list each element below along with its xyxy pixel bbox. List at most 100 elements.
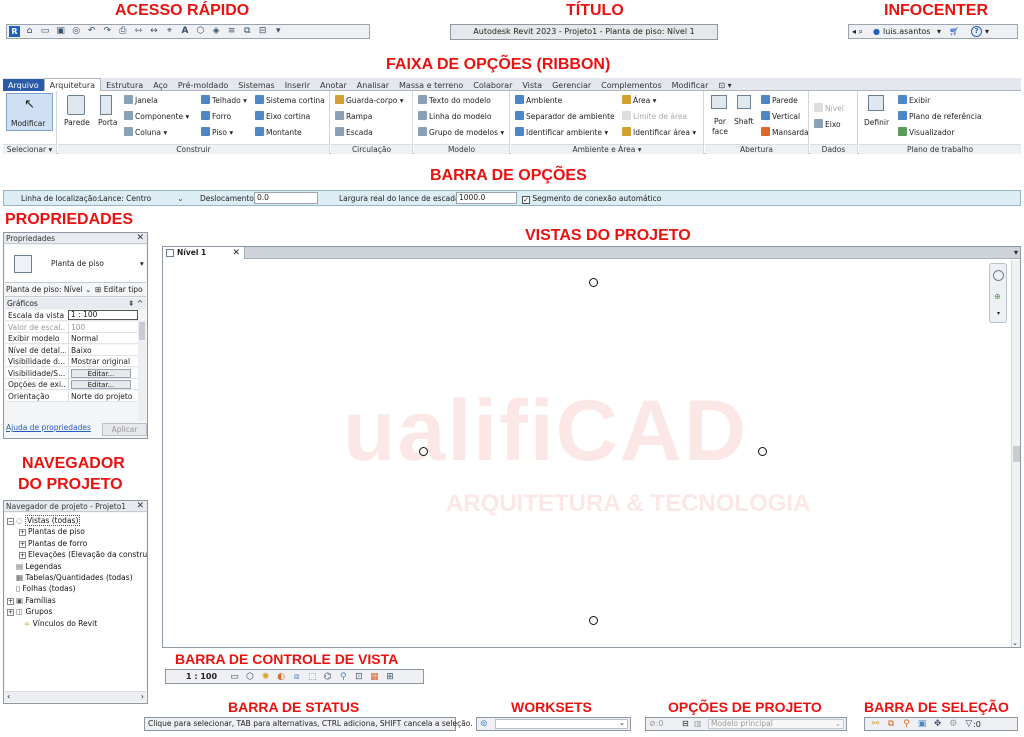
- background-process-icon[interactable]: ⚙: [948, 719, 959, 730]
- expand-icon[interactable]: +: [7, 609, 14, 617]
- model-line-button[interactable]: Linha do modelo: [418, 111, 491, 122]
- model-group-button[interactable]: Grupo de modelos ▾: [418, 127, 504, 138]
- detail-level-icon[interactable]: ▭: [229, 672, 240, 683]
- properties-help-link[interactable]: Ajuda de propriedades: [6, 423, 91, 433]
- search-icon[interactable]: ◂ ⌕: [852, 25, 863, 38]
- sync-icon[interactable]: ◎: [71, 26, 82, 37]
- grid-button[interactable]: Eixo: [814, 119, 841, 130]
- model-text-button[interactable]: Texto do modelo: [418, 95, 491, 106]
- edit-button[interactable]: Editar...: [71, 380, 131, 389]
- ref-plane-button[interactable]: Plano de referência: [898, 111, 982, 122]
- tree-item[interactable]: + ◫ Grupos: [7, 606, 52, 617]
- analytical-model-icon[interactable]: ⊞: [384, 672, 395, 683]
- property-row[interactable]: Nível de detal... Baixo: [6, 344, 139, 356]
- drag-elements-icon[interactable]: ✥: [932, 719, 943, 730]
- nav-options-icon[interactable]: ▾: [997, 310, 1000, 317]
- show-crop-icon[interactable]: ⬚: [307, 672, 318, 683]
- measure-icon[interactable]: ⇿: [133, 26, 144, 37]
- property-row[interactable]: Valor de escal... 100: [6, 321, 139, 333]
- edit-button[interactable]: Editar...: [71, 368, 131, 378]
- drawing-area[interactable]: Nível 1 ✕ ▾ ualifiCAD ARQUITETURA & TECN…: [162, 246, 1021, 648]
- text-icon[interactable]: A: [179, 26, 190, 37]
- set-work-plane-button[interactable]: Definir: [864, 118, 889, 128]
- collapse-icon[interactable]: −: [7, 518, 14, 525]
- expand-icon[interactable]: +: [7, 597, 14, 605]
- property-row[interactable]: Orientação Norte do projeto: [6, 390, 139, 402]
- property-value[interactable]: Norte do projeto: [68, 390, 138, 402]
- visual-style-icon[interactable]: ⬡: [245, 672, 256, 683]
- exclude-options-icon[interactable]: ▥: [694, 719, 702, 728]
- stair-button[interactable]: Escada: [335, 127, 373, 138]
- window-button[interactable]: Janela: [124, 95, 158, 106]
- apply-button[interactable]: Aplicar: [102, 423, 147, 436]
- properties-scrollbar[interactable]: [138, 320, 146, 421]
- tree-item[interactable]: ▤ Legendas: [7, 561, 62, 572]
- wall-button[interactable]: Parede: [64, 118, 90, 128]
- property-row[interactable]: Visibilidade d... Mostrar original: [6, 356, 139, 367]
- close-icon[interactable]: ✕: [232, 247, 240, 259]
- wall-opening-button[interactable]: Parede: [761, 95, 798, 106]
- scrollbar-thumb[interactable]: [139, 322, 145, 340]
- railing-button[interactable]: Guarda-corpo ▾: [335, 95, 403, 106]
- crop-view-icon[interactable]: ⧈: [291, 672, 302, 683]
- steering-wheel-icon[interactable]: [993, 270, 1004, 281]
- property-row[interactable]: Exibir modelo Normal: [6, 333, 139, 344]
- select-underlay-icon[interactable]: ⧉: [886, 719, 897, 730]
- elevation-marker-south[interactable]: [589, 616, 598, 625]
- help-icon[interactable]: ?: [971, 26, 982, 37]
- expand-icon[interactable]: +: [19, 552, 26, 560]
- tag-room-button[interactable]: Identificar ambiente ▾: [515, 127, 608, 138]
- cart-icon[interactable]: 🛒︎: [949, 25, 959, 38]
- ramp-button[interactable]: Rampa: [335, 111, 372, 122]
- elevation-marker-north[interactable]: [589, 278, 598, 287]
- panel-room-area-title[interactable]: Ambiente e Área ▾: [511, 144, 703, 154]
- close-icon[interactable]: ✕: [136, 233, 144, 244]
- dimension-icon[interactable]: ↔: [148, 26, 159, 37]
- view-scale-button[interactable]: 1 : 100: [186, 671, 217, 683]
- section-icon[interactable]: ◈: [211, 26, 222, 37]
- tag-icon[interactable]: ⌖: [164, 26, 175, 37]
- sun-path-icon[interactable]: ✺: [260, 672, 271, 683]
- component-button[interactable]: Componente ▾: [124, 111, 189, 122]
- column-button[interactable]: Coluna ▾: [124, 127, 167, 138]
- edit-type-button[interactable]: ⊞ Editar tipo: [95, 285, 143, 295]
- show-work-plane-button[interactable]: Exibir: [898, 95, 930, 106]
- by-face-button-line2[interactable]: face: [712, 127, 728, 137]
- tag-area-button[interactable]: Identificar área ▾: [622, 127, 696, 138]
- browser-hscrollbar[interactable]: ‹ ›: [5, 691, 146, 702]
- room-separator-button[interactable]: Separador de ambiente: [515, 111, 615, 122]
- area-button[interactable]: Área ▾: [622, 95, 656, 106]
- modify-button[interactable]: ↖ Modificar: [6, 93, 53, 131]
- property-row[interactable]: Visibilidade/S... Editar...: [6, 367, 139, 379]
- elevation-marker-east[interactable]: [758, 447, 767, 456]
- thin-lines-icon[interactable]: ≡: [226, 26, 237, 37]
- view-tab-level-1[interactable]: Nível 1 ✕: [163, 247, 245, 259]
- tab-list-icon[interactable]: ▾: [1014, 247, 1018, 259]
- shadows-icon[interactable]: ◐: [276, 672, 287, 683]
- vertical-opening-button[interactable]: Vertical: [761, 111, 800, 122]
- property-edit-button[interactable]: Editar...: [68, 367, 138, 379]
- tree-item[interactable]: + Plantas de forro: [19, 538, 87, 549]
- auto-landing-checkbox[interactable]: ✓ Segmento de conexão automático: [522, 193, 661, 204]
- tree-item[interactable]: − ◌ Vistas (todas): [7, 515, 81, 526]
- worksets-icon[interactable]: ⊚: [480, 719, 488, 729]
- property-edit-button[interactable]: Editar...: [68, 379, 138, 390]
- worksharing-display-icon[interactable]: ▦: [369, 672, 380, 683]
- instance-filter-select[interactable]: Planta de piso: Nível ⌄: [6, 285, 91, 295]
- curtain-grid-button[interactable]: Eixo cortina: [255, 111, 310, 122]
- tree-item[interactable]: ▯ Folhas (todas): [7, 583, 76, 594]
- offset-input[interactable]: 0.0: [254, 192, 318, 204]
- tree-item[interactable]: ▦ Tabelas/Quantidades (todas): [7, 572, 133, 583]
- print-icon[interactable]: ⎙: [117, 26, 128, 37]
- unlocked-3d-icon[interactable]: ⌬: [322, 672, 333, 683]
- tree-item[interactable]: + Plantas de piso: [19, 526, 85, 537]
- open-icon[interactable]: ▭: [40, 26, 51, 37]
- ceiling-button[interactable]: Forro: [201, 111, 231, 122]
- home-icon[interactable]: ⌂: [24, 26, 35, 37]
- select-by-face-icon[interactable]: ▣: [917, 719, 928, 730]
- roof-button[interactable]: Telhado ▾: [201, 95, 247, 106]
- switch-windows-icon[interactable]: ⊟: [257, 26, 268, 37]
- tab-arquitetura[interactable]: Arquitetura: [43, 78, 102, 91]
- select-links-icon[interactable]: ⚯: [870, 719, 881, 730]
- 3d-view-icon[interactable]: ⬡: [195, 26, 206, 37]
